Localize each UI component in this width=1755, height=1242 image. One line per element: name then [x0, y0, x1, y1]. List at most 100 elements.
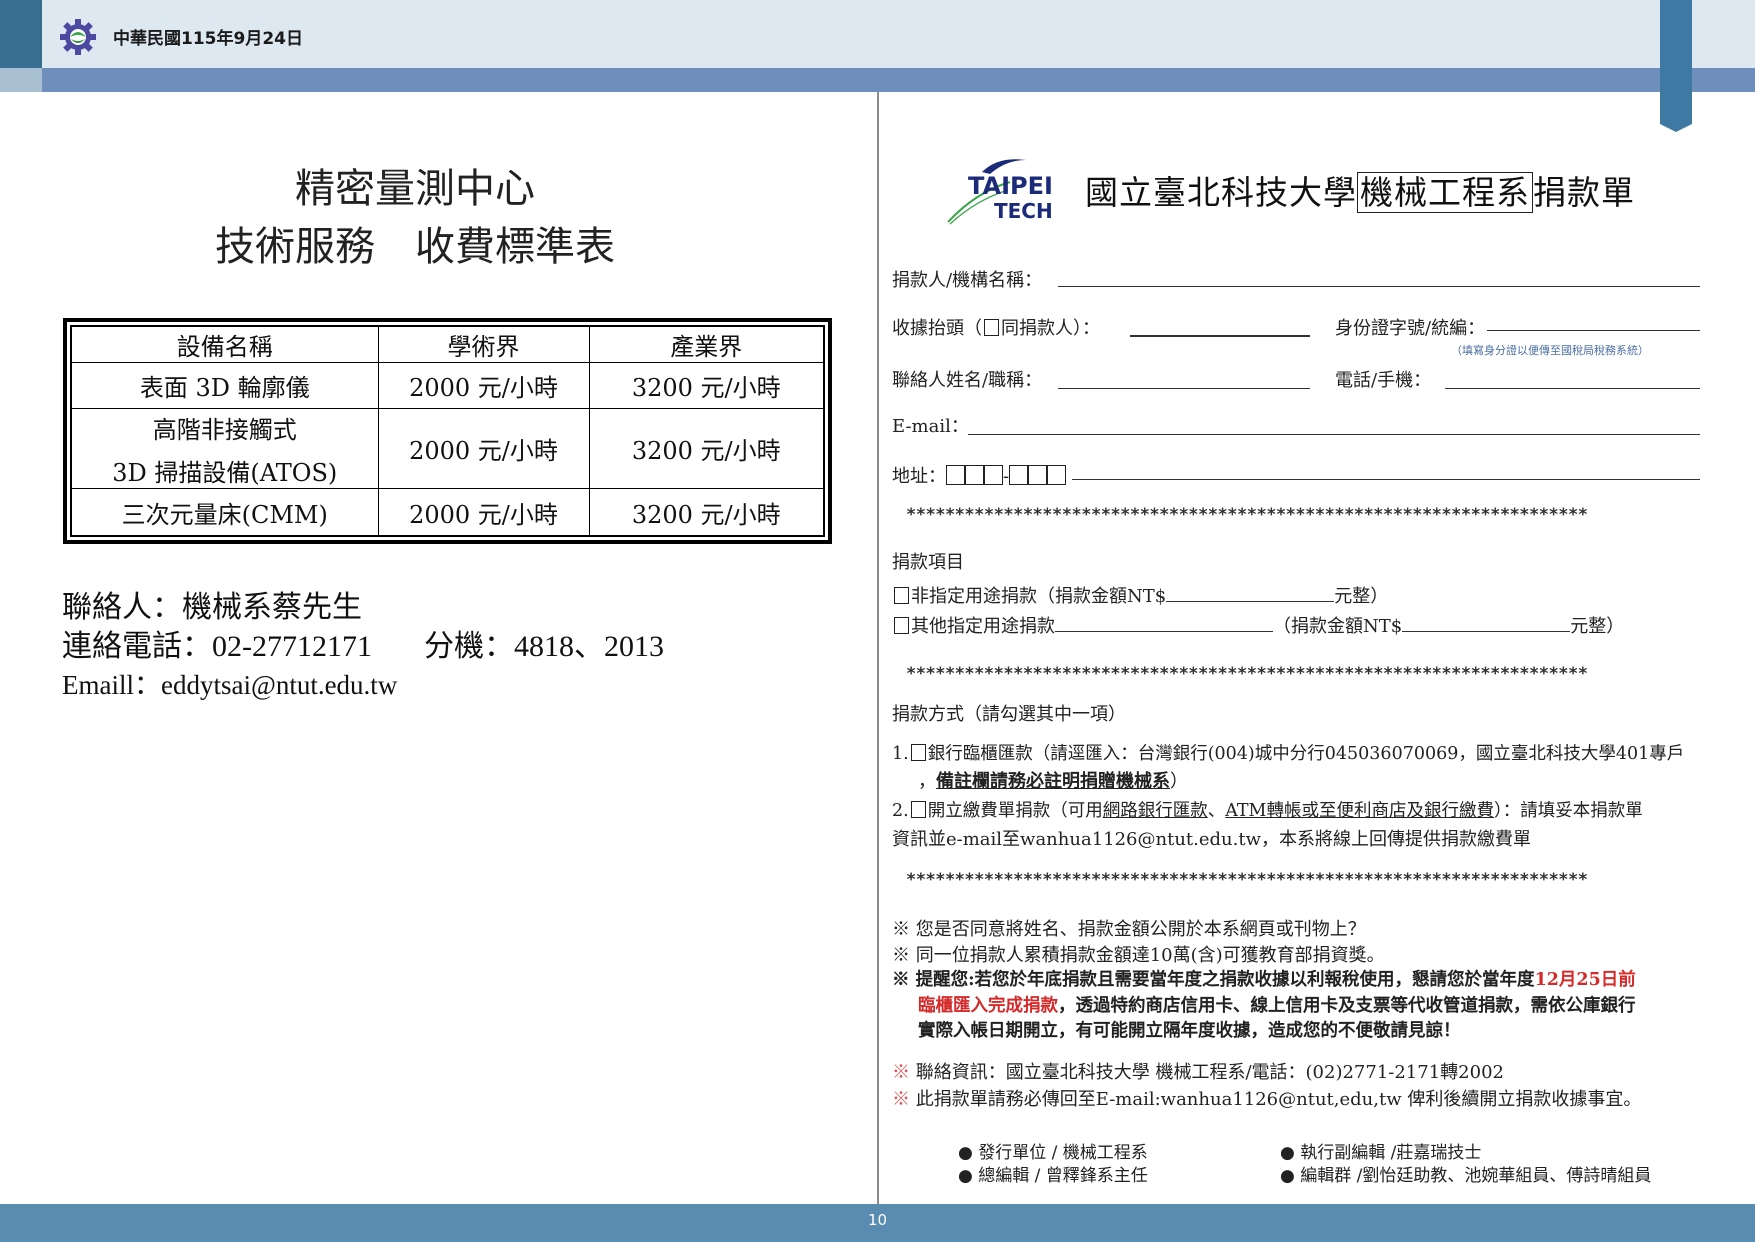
zip-box[interactable] [984, 465, 1003, 485]
note-mark: ※ [892, 919, 910, 940]
credit-exec-editor: ● 執行副編輯 /莊嘉瑞技士 [1280, 1143, 1482, 1163]
method2-sep: 、 [1207, 801, 1226, 821]
donation-form-title: 國立臺北科技大學機械工程系捐款單 [1085, 166, 1635, 214]
id-number-note: （填寫身分證以便傳至國稅局稅務系統） [1451, 344, 1649, 357]
return-info-text: 此捐款單請務必傳回至E-mail:wanhua1126@ntut,edu,tw … [915, 1089, 1642, 1110]
contact-email: Emaill：eddytsai@ntut.edu.tw [62, 670, 398, 700]
method1-note-post: ） [1170, 771, 1188, 792]
contact-phone-line: 連絡電話：02-27712171 分機：4818、2013 [62, 621, 664, 665]
note-3-line2: 臨櫃匯入完成捐款，透過特約商店信用卡、線上信用卡及支票等代收管道捐款，需依公庫銀… [918, 992, 1636, 1017]
method1-number: 1. [892, 744, 909, 764]
equipment-cell: 三次元量床(CMM) [70, 488, 379, 537]
header-industry: 產業界 [588, 325, 825, 363]
header-band-left [0, 68, 42, 92]
header-left-strip [0, 0, 42, 68]
industry-fee-cell: 3200 元/小時 [588, 361, 825, 410]
return-info: ※ 此捐款單請務必傳回至E-mail:wanhua1126@ntut,edu,t… [892, 1085, 1641, 1111]
phone-field[interactable] [1445, 388, 1700, 389]
logo-taipei-text: TAIPEI [968, 172, 1053, 200]
equipment-line1: 高階非接觸式 [152, 415, 297, 444]
item1-label: 非指定用途捐款（捐款金額NT$ [911, 586, 1167, 607]
industry-fee-cell: 3200 元/小時 [588, 408, 825, 490]
method2-pre: 開立繳費單捐款（可用 [927, 801, 1103, 821]
zip-box[interactable] [1028, 465, 1048, 485]
table-row: 表面 3D 輪廓儀 2000 元/小時 3200 元/小時 [70, 361, 825, 410]
header-academic: 學術界 [377, 325, 590, 363]
item1-amount-field[interactable] [1166, 601, 1335, 602]
note-mark: ※ [892, 970, 910, 990]
payment-slip-checkbox[interactable] [910, 801, 926, 818]
academic-fee-cell: 2000 元/小時 [377, 488, 590, 537]
receipt-label-post: 同捐款人）： [1001, 318, 1100, 339]
email-label: E-mail： [892, 416, 969, 437]
item2-amount-field[interactable] [1402, 631, 1571, 632]
note-1-text: 您是否同意將姓名、捐款金額公開於本系網頁或刊物上？ [915, 919, 1366, 940]
note-3-deadline: 12月25日前 [1534, 970, 1636, 990]
method-1: 1. 銀行臨櫃匯款（請逕匯入：台灣銀行(004)城中分行045036070069，… [892, 740, 1684, 765]
zip-box[interactable] [1047, 465, 1067, 485]
credit-editors: ● 編輯群 /劉怡廷助教、池婉華組員、傅詩晴組員 [1280, 1166, 1652, 1186]
method-2: 2. 開立繳費單捐款（可用網路銀行匯款、ATM轉帳或至便利商店及銀行繳費）：請填妥… [892, 797, 1643, 822]
note-3-line2-text: ，透過特約商店信用卡、線上信用卡及支票等代收管道捐款，需依公庫銀行 [1058, 996, 1636, 1016]
header-band [0, 68, 1755, 92]
donation-item-2: 其他指定用途捐款 （捐款金額NT$ 元整） [892, 612, 1624, 638]
contact-extension: 分機：4818、2013 [424, 630, 664, 663]
method1-note-pre: ， [918, 771, 936, 792]
gear-leaf-logo-icon [60, 19, 96, 55]
method2-number: 2. [892, 801, 909, 821]
contact-info-text: 聯絡資訊：國立臺北科技大學 機械工程系/電話：(02)2771-2171轉200… [915, 1062, 1504, 1083]
separator-stars: ****************************************… [906, 870, 1588, 890]
address-label: 地址： - [892, 462, 1067, 488]
contact-person: 聯絡人：機械系蔡先生 [62, 591, 362, 624]
zip-box[interactable] [946, 465, 965, 485]
fee-table: 設備名稱 學術界 產業界 表面 3D 輪廓儀 2000 元/小時 3200 元/… [70, 325, 825, 537]
header-equipment: 設備名稱 [70, 325, 379, 363]
address-field[interactable] [1072, 479, 1700, 480]
id-number-label: 身份證字號/統編： [1335, 318, 1486, 339]
zip-box[interactable] [965, 465, 984, 485]
fee-table-header-row: 設備名稱 學術界 產業界 [70, 325, 825, 363]
note-mark: ※ [892, 945, 910, 966]
credit-issuer: ● 發行單位 / 機械工程系 [958, 1143, 1148, 1163]
center-title: 精密量測中心 [295, 166, 535, 212]
id-number-field[interactable] [1487, 330, 1700, 331]
industry-fee-cell: 3200 元/小時 [588, 488, 825, 537]
receipt-title-field[interactable] [1130, 335, 1310, 337]
fee-table-frame: 設備名稱 學術界 產業界 表面 3D 輪廓儀 2000 元/小時 3200 元/… [63, 318, 832, 544]
item1-suffix: 元整） [1334, 586, 1389, 607]
equipment-cell: 表面 3D 輪廓儀 [70, 361, 379, 410]
method-2-line2: 資訊並e-mail至wanhua1126@ntut.edu.tw，本系將線上回傳… [892, 829, 1532, 850]
issue-date: 中華民國115年9月24日 [113, 29, 303, 49]
bank-transfer-checkbox[interactable] [910, 744, 926, 761]
note-3: ※ 提醒您:若您於年底捐款且需要當年度之捐款收據以利報稅使用，懇請您於當年度12… [892, 966, 1636, 991]
page-divider [877, 92, 879, 1204]
item2-amount-label: （捐款金額NT$ [1273, 616, 1403, 637]
phone-label: 電話/手機： [1335, 370, 1432, 391]
item2-purpose-field[interactable] [1055, 631, 1273, 632]
separator-stars: ****************************************… [906, 505, 1588, 525]
designated-donation-checkbox[interactable] [894, 617, 909, 634]
red-note-mark: ※ [892, 1089, 910, 1110]
bookmark-ribbon [1660, 0, 1692, 132]
receipt-title-label: 收據抬頭（ 同捐款人）： [892, 314, 1100, 340]
unrestricted-donation-checkbox[interactable] [894, 587, 909, 604]
note-2: ※ 同一位捐款人累積捐款金額達10萬(含)可獲教育部捐資獎。 [892, 941, 1385, 967]
logo-tech-text: TECH [994, 199, 1053, 223]
title-department: 機械工程系 [1357, 172, 1533, 213]
contact-name-field[interactable] [1058, 388, 1310, 389]
contact-name-label: 聯絡人姓名/職稱： [892, 370, 1043, 391]
method2-atm: ATM轉帳或至便利商店及銀行繳費 [1225, 801, 1494, 821]
zip-box[interactable] [1009, 465, 1029, 485]
title-form: 捐款單 [1533, 173, 1635, 212]
donation-item-heading: 捐款項目 [892, 552, 964, 573]
note-3-deadline-action: 臨櫃匯入完成捐款 [918, 996, 1058, 1016]
taipei-tech-logo: TAIPEI TECH [947, 159, 1053, 225]
donor-name-field[interactable] [1058, 286, 1700, 287]
academic-fee-cell: 2000 元/小時 [377, 361, 590, 410]
method2-post: ）：請填妥本捐款單 [1493, 801, 1643, 821]
email-field[interactable] [968, 434, 1700, 435]
same-as-donor-checkbox[interactable] [984, 319, 999, 336]
method-heading: 捐款方式（請勾選其中一項） [892, 704, 1126, 725]
equipment-cell: 高階非接觸式 3D 掃描設備(ATOS) [70, 408, 379, 490]
item2-label: 其他指定用途捐款 [911, 616, 1055, 637]
